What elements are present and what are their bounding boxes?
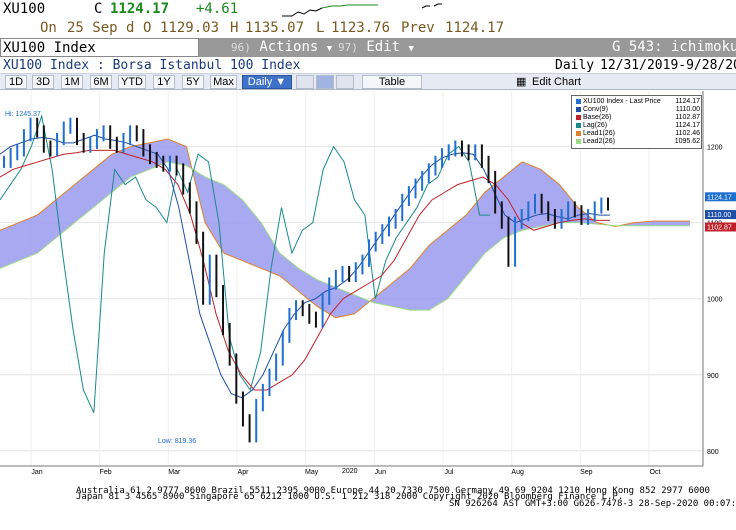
edit-num: 97) xyxy=(338,41,358,54)
x-tick-label: Jun xyxy=(375,469,386,476)
function-toolbar: XU100 Index 96) Actions ▼ 97) Edit ▼ G 5… xyxy=(0,38,736,57)
legend-row-lead2: Lead2(26) 1095.62 xyxy=(576,138,700,146)
legend-row-conv: Conv(9) 1110.00 xyxy=(576,106,700,114)
table-button[interactable]: Table xyxy=(362,75,422,89)
range-3d-button[interactable]: 3D xyxy=(32,75,54,89)
edit-label: Edit xyxy=(366,39,401,55)
ichimoku-chart[interactable]: 800900100011001200JanFebMarAprMayJunJulA… xyxy=(0,91,736,486)
range-ytd-button[interactable]: YTD xyxy=(118,75,146,89)
hi-annotation: Hi: 1245.37 xyxy=(5,111,41,118)
security-field[interactable]: XU100 Index xyxy=(0,38,199,57)
price-tag-label: 1102.87 xyxy=(707,224,732,231)
legend-row-lag: Lag(26) 1124.17 xyxy=(576,122,700,130)
x-tick-label: May xyxy=(305,469,319,476)
edit-chart-button[interactable]: Edit Chart xyxy=(532,76,581,88)
price-tag-label: 1124.17 xyxy=(707,194,732,201)
chevron-down-icon: ▼ xyxy=(408,44,414,54)
legend-row-lead1: Lead1(26) 1102.46 xyxy=(576,130,700,138)
x-tick-label: Apr xyxy=(238,469,250,476)
prev-label: Prev xyxy=(401,20,435,36)
quote-date: 25 Sep d xyxy=(67,20,135,36)
x-tick-label: Oct xyxy=(650,469,661,476)
close-label: C xyxy=(94,1,103,17)
page-title: G 543: ichimoku xyxy=(612,39,736,55)
y-tick-label: 800 xyxy=(707,449,719,456)
actions-num: 96) xyxy=(231,41,251,54)
range-6m-button[interactable]: 6M xyxy=(90,75,112,89)
periodicity-dropdown[interactable]: Daily ▼ xyxy=(242,75,292,89)
date-range[interactable]: 12/31/2019-9/28/2020 xyxy=(600,57,736,74)
candle-chart-icon[interactable] xyxy=(336,75,354,89)
sparkline-icon xyxy=(282,3,442,17)
open-label: O xyxy=(143,20,152,36)
x-tick-label: Jan xyxy=(31,469,42,476)
ticker[interactable]: XU100 xyxy=(3,1,45,17)
chart-legend[interactable]: XU100 Index - Last Price 1124.17 Conv(9)… xyxy=(571,95,702,149)
line-chart-icon[interactable] xyxy=(296,75,314,89)
range-1y-button[interactable]: 1Y xyxy=(153,75,175,89)
range-max-button[interactable]: Max xyxy=(210,75,237,89)
range-1m-button[interactable]: 1M xyxy=(61,75,83,89)
security-description: XU100 Index : Borsa Istanbul 100 Index xyxy=(3,58,301,73)
on-label: On xyxy=(40,20,57,36)
price-change: +4.61 xyxy=(196,1,239,17)
description-bar: XU100 Index : Borsa Istanbul 100 Index D… xyxy=(0,57,736,74)
low-label: L xyxy=(316,20,325,36)
range-button-bar: 1D 3D 1M 6M YTD 1Y 5Y Max Daily ▼ Table … xyxy=(0,74,736,90)
footer-line-3: SN 926264 AST GMT+3:00 G626-7478-3 28-Se… xyxy=(449,499,736,509)
open-value: 1129.03 xyxy=(160,20,220,36)
price-tag-label: 1110.00 xyxy=(707,212,731,219)
chevron-down-icon: ▼ xyxy=(326,44,333,54)
last-price: 1124.17 xyxy=(110,1,170,17)
x-tick-label: Sep xyxy=(580,469,593,476)
edit-chart-icon[interactable]: ▦ xyxy=(516,75,526,88)
high-value: 1135.07 xyxy=(245,20,305,36)
range-5y-button[interactable]: 5Y xyxy=(182,75,204,89)
y-tick-label: 1000 xyxy=(707,297,723,304)
y-tick-label: 1200 xyxy=(707,145,723,152)
legend-row-base: Base(26) 1102.87 xyxy=(576,114,700,122)
high-label: H xyxy=(230,20,239,36)
footer: Australia 61 2 9777 8600 Brazil 5511 239… xyxy=(0,486,736,530)
edit-menu[interactable]: 97) Edit ▼ xyxy=(338,38,414,57)
prev-value: 1124.17 xyxy=(445,20,505,36)
x-tick-label: Feb xyxy=(100,469,112,476)
low-annotation: Low: 819.36 xyxy=(158,438,197,445)
y-tick-label: 900 xyxy=(707,373,719,380)
legend-row-last: XU100 Index - Last Price 1124.17 xyxy=(576,98,700,106)
chart-svg: 800900100011001200JanFebMarAprMayJunJulA… xyxy=(0,91,736,476)
x-tick-label: Aug xyxy=(511,469,524,476)
indicator-lines xyxy=(0,114,610,413)
x-tick-label: Jul xyxy=(445,469,454,476)
year-label: 2020 xyxy=(342,468,358,475)
x-tick-label: Mar xyxy=(168,469,181,476)
periodicity-label: Daily xyxy=(555,58,595,73)
low-value: 1123.76 xyxy=(331,20,391,36)
actions-label: Actions xyxy=(259,39,319,55)
security-value: XU100 Index xyxy=(3,40,96,56)
quote-line-1: XU100 C 1124.17 +4.61 xyxy=(0,0,736,19)
quote-line-2: On 25 Sep d O 1129.03 H 1135.07 L 1123.7… xyxy=(0,19,736,38)
range-1d-button[interactable]: 1D xyxy=(5,75,27,89)
bar-chart-icon[interactable] xyxy=(316,75,334,89)
actions-menu[interactable]: 96) Actions ▼ xyxy=(231,38,332,57)
